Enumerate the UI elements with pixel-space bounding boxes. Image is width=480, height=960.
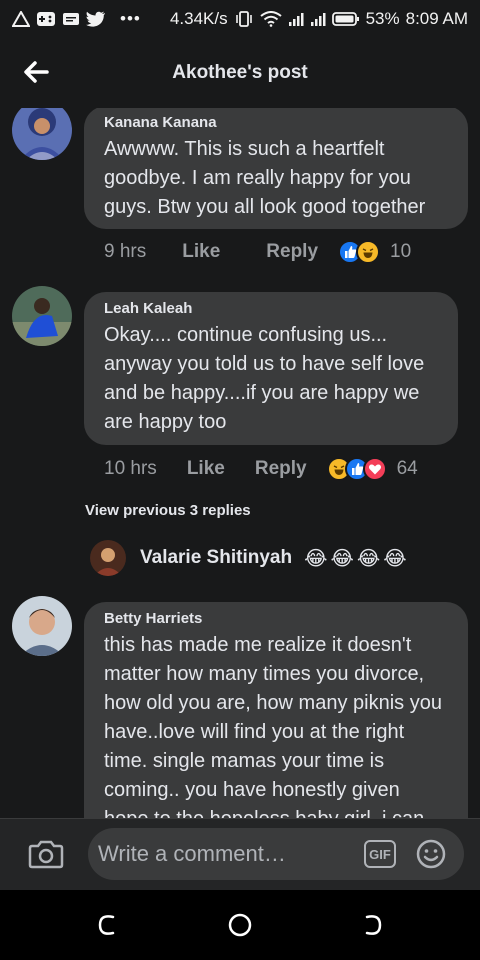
emoji-icon[interactable] xyxy=(416,839,446,869)
avatar[interactable] xyxy=(90,540,126,576)
avatar[interactable] xyxy=(12,286,72,346)
comment-meta: 9 hrs Like Reply 10 xyxy=(104,240,411,264)
clock: 8:09 AM xyxy=(405,9,468,28)
comment-time: 10 hrs xyxy=(104,458,157,479)
reply-button[interactable]: Reply xyxy=(255,458,307,480)
love-reaction-icon xyxy=(362,457,387,481)
battery-icon xyxy=(331,11,360,27)
reply-author[interactable]: Valarie Shitinyah xyxy=(140,547,292,569)
comment-text: Awwww. This is such a heartfelt goodbye.… xyxy=(104,138,426,218)
comments-feed[interactable]: Kanana Kanana Awwww. This is such a hear… xyxy=(0,108,480,818)
wifi-icon xyxy=(259,11,282,27)
vibrate-icon xyxy=(234,11,254,27)
comment-text: Okay.... continue confusing us... anyway… xyxy=(104,324,425,433)
comment-author[interactable]: Leah Kaleah xyxy=(104,300,438,317)
reaction-count[interactable]: 10 xyxy=(390,241,411,263)
comment-meta: 10 hrs Like Reply 64 xyxy=(104,457,418,481)
twitter-icon xyxy=(86,11,106,27)
avatar[interactable] xyxy=(12,596,72,656)
reply-button[interactable]: Reply xyxy=(266,241,318,263)
warning-icon xyxy=(12,11,30,27)
comment-author[interactable]: Kanana Kanana xyxy=(104,114,448,131)
tears-of-joy-emoji: 😂 xyxy=(383,547,407,570)
tears-of-joy-emoji: 😂 xyxy=(304,547,328,570)
reaction-summary[interactable] xyxy=(326,457,387,481)
status-right-icons: 4.34K/s 53% 8:09 AM xyxy=(170,9,468,29)
battery-percent: 53% xyxy=(365,9,400,28)
reply-emojis: 😂 😂 😂 😂 xyxy=(304,546,407,571)
like-button[interactable]: Like xyxy=(187,458,225,480)
recent-apps-icon[interactable] xyxy=(95,912,121,938)
haha-reaction-icon xyxy=(356,240,381,264)
reply-preview[interactable]: Valarie Shitinyah 😂 😂 😂 😂 xyxy=(90,540,407,576)
back-arrow-icon[interactable] xyxy=(20,56,52,88)
comment-bubble[interactable]: Betty Harriets this has made me realize … xyxy=(84,602,468,818)
status-bar: ••• 4.34K/s 53% 8:09 AM xyxy=(0,0,480,38)
notification-dots: ••• xyxy=(120,9,141,28)
signal-icon-1 xyxy=(288,11,304,27)
game-controller-icon xyxy=(36,11,56,27)
network-speed: 4.34K/s xyxy=(169,9,228,28)
comment-composer: GIF xyxy=(0,818,480,890)
comment-time: 9 hrs xyxy=(104,241,147,262)
home-icon[interactable] xyxy=(227,912,253,938)
post-header: Akothee's post xyxy=(0,38,480,108)
page-title: Akothee's post xyxy=(172,62,308,83)
camera-icon[interactable] xyxy=(28,838,64,870)
gif-button[interactable]: GIF xyxy=(364,840,396,868)
comment-bubble[interactable]: Leah Kaleah Okay.... continue confusing … xyxy=(84,292,458,445)
system-nav-bar xyxy=(0,890,480,960)
tears-of-joy-emoji: 😂 xyxy=(356,547,381,570)
signal-icon-2 xyxy=(310,11,326,27)
comment-text: this has made me realize it doesn't matt… xyxy=(104,634,442,818)
comment-bubble[interactable]: Kanana Kanana Awwww. This is such a hear… xyxy=(84,108,468,229)
reaction-count[interactable]: 64 xyxy=(397,458,418,480)
tears-of-joy-emoji: 😂 xyxy=(330,547,354,570)
reaction-summary[interactable] xyxy=(338,240,381,264)
message-icon xyxy=(62,11,80,27)
back-nav-icon[interactable] xyxy=(359,912,385,938)
avatar[interactable] xyxy=(12,108,72,160)
view-previous-replies-link[interactable]: View previous 3 replies xyxy=(85,502,251,519)
like-button[interactable]: Like xyxy=(182,241,220,263)
status-left-icons: ••• xyxy=(12,9,141,29)
comment-input[interactable] xyxy=(88,828,464,880)
comment-author[interactable]: Betty Harriets xyxy=(104,610,448,627)
